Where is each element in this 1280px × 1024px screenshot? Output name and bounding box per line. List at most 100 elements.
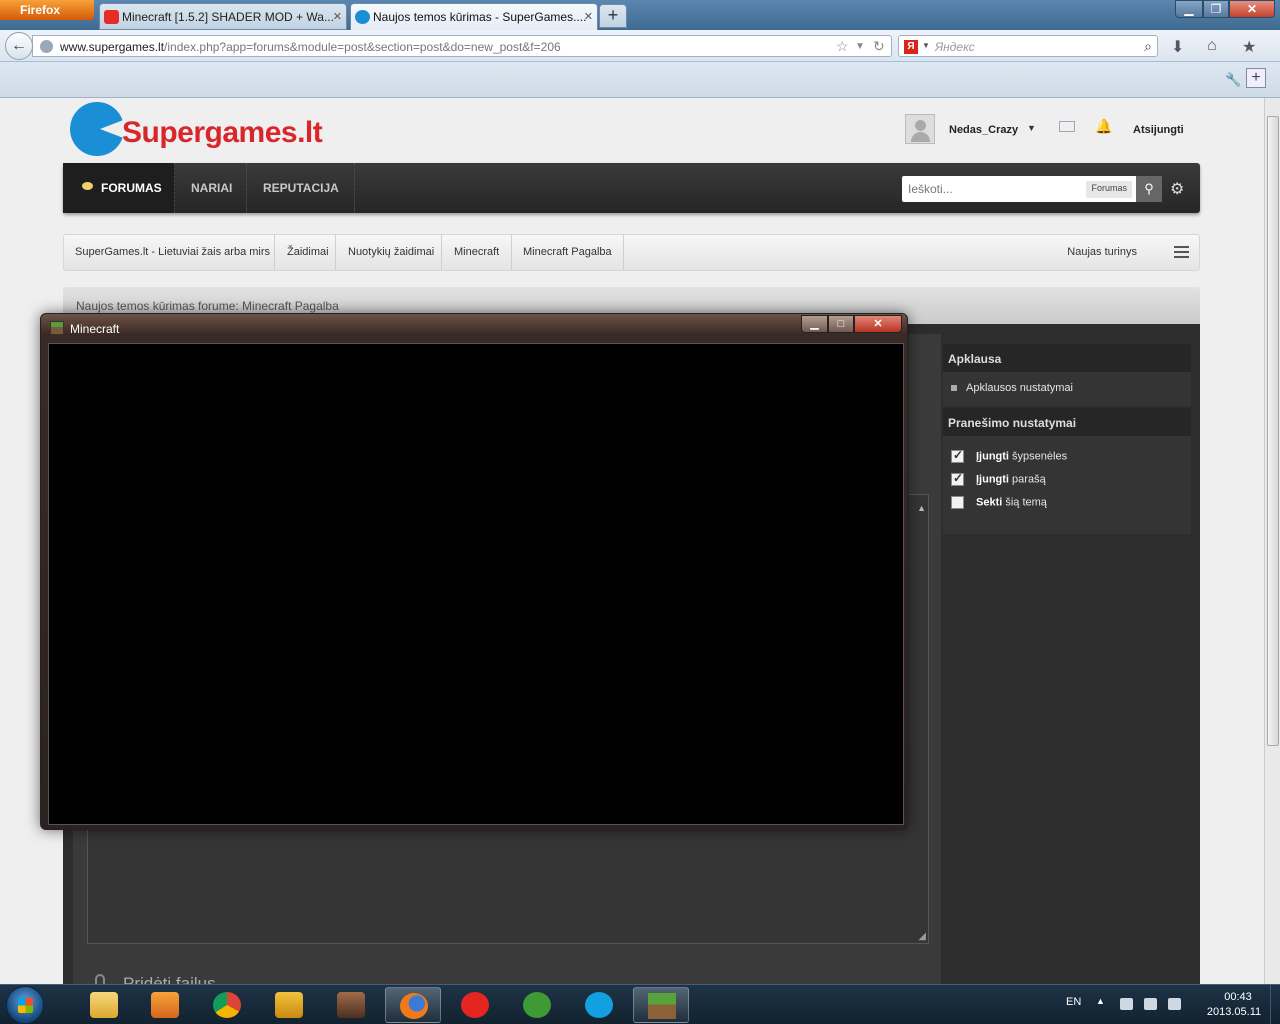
breadcrumb-item[interactable]: Minecraft: [454, 246, 499, 258]
scroll-up-icon[interactable]: ▲: [917, 503, 926, 513]
option-label: parašą: [1009, 473, 1046, 486]
window-minimize-button[interactable]: ▁: [1175, 0, 1203, 18]
language-indicator[interactable]: EN: [1066, 996, 1081, 1008]
search-input[interactable]: Яндекс: [935, 40, 975, 54]
follow-checkbox[interactable]: [951, 496, 964, 509]
url-path: /index.php?app=forums&module=post&sectio…: [164, 40, 561, 54]
history-dropdown-icon[interactable]: ▼: [855, 41, 865, 52]
add-icon[interactable]: +: [1246, 68, 1266, 88]
username[interactable]: Nedas_Crazy: [949, 124, 1018, 136]
bookmarks-icon[interactable]: ★: [1242, 37, 1256, 57]
back-button[interactable]: ←: [5, 32, 33, 60]
emoticons-checkbox[interactable]: [951, 448, 964, 463]
chrome-icon: [213, 992, 241, 1018]
home-icon[interactable]: ⌂: [1207, 37, 1217, 55]
taskbar-utorrent[interactable]: [509, 987, 565, 1023]
minecraft-close-button[interactable]: ✕: [854, 315, 902, 333]
window-close-button[interactable]: ✕: [1229, 0, 1275, 18]
nav-tab-nariai[interactable]: NARIAI: [175, 163, 247, 213]
option-label: šypsenėles: [1009, 450, 1068, 463]
minecraft-maximize-button[interactable]: □: [828, 315, 854, 333]
tray-expand-icon[interactable]: ▲: [1096, 996, 1105, 1006]
taskbar-minecraft[interactable]: [633, 987, 689, 1023]
breadcrumb-item[interactable]: Minecraft Pagalba: [523, 246, 612, 258]
site-search-button[interactable]: ⚲: [1136, 176, 1162, 202]
poll-settings-link[interactable]: Apklausos nustatymai: [951, 382, 1073, 394]
breadcrumb-separator: [432, 235, 442, 270]
taskbar-game[interactable]: [323, 987, 379, 1023]
bullet-icon: [951, 385, 957, 392]
media-player-icon: [151, 992, 179, 1018]
search-bar[interactable]: Я ▼ Яндекс ⌕: [898, 35, 1158, 57]
list-icon[interactable]: [1174, 246, 1189, 258]
taskbar-media-player[interactable]: [137, 987, 193, 1023]
globe-icon: [40, 40, 53, 53]
follow-topic-option[interactable]: Sekti šią temą: [951, 496, 1047, 509]
tab-close-icon[interactable]: ✕: [333, 10, 342, 23]
show-desktop-button[interactable]: [1270, 985, 1280, 1024]
downloads-icon[interactable]: ⬇: [1171, 37, 1184, 57]
nav-tab-forumas[interactable]: FORUMAS: [63, 163, 175, 213]
logout-link[interactable]: Atsijungti: [1133, 124, 1184, 136]
bell-icon[interactable]: 🔔: [1095, 118, 1112, 135]
new-tab-button[interactable]: +: [599, 4, 627, 28]
engine-dropdown-icon[interactable]: ▼: [922, 41, 930, 50]
taskbar-explorer[interactable]: [76, 987, 132, 1023]
taskbar-yandex[interactable]: [447, 987, 503, 1023]
breadcrumb-item[interactable]: Žaidimai: [287, 246, 329, 258]
breadcrumb-item[interactable]: Nuotykių žaidimai: [348, 246, 434, 258]
tab-supergames[interactable]: Naujos temos kūrimas - SuperGames.... ✕: [350, 3, 598, 30]
firefox-menu-button[interactable]: Firefox: [0, 0, 94, 20]
tab-close-icon[interactable]: ✕: [584, 10, 593, 23]
gear-icon[interactable]: ⚙: [1170, 179, 1184, 199]
taskbar-winamp[interactable]: [261, 987, 317, 1023]
avatar[interactable]: [905, 114, 935, 144]
scrollbar-thumb[interactable]: [1267, 116, 1279, 746]
poll-section-header: Apklausa: [943, 344, 1191, 372]
tab-minecraft-video[interactable]: Minecraft [1.5.2] SHADER MOD + Wa... ✕: [99, 3, 347, 30]
site-search-input[interactable]: Ieškoti... Forumas: [902, 176, 1136, 202]
minecraft-game-canvas[interactable]: [48, 343, 904, 825]
minecraft-window[interactable]: Minecraft ▁ □ ✕: [40, 313, 908, 830]
user-bar: Nedas_Crazy ▼ 🔔 Atsijungti: [905, 114, 1205, 144]
nav-tab-reputacija[interactable]: REPUTACIJA: [247, 163, 355, 213]
page-title: Naujos temos kūrimas forume: Minecraft P…: [76, 299, 339, 313]
taskbar-skype[interactable]: [571, 987, 627, 1023]
nav-tab-label: REPUTACIJA: [263, 181, 339, 195]
reload-icon[interactable]: ↻: [873, 38, 885, 55]
search-scope-button[interactable]: Forumas: [1086, 181, 1132, 198]
site-logo[interactable]: Supergames.lt: [70, 102, 370, 160]
breadcrumb-item[interactable]: SuperGames.lt - Lietuviai žais arba mirs: [75, 246, 270, 258]
chevron-down-icon[interactable]: ▼: [1027, 123, 1036, 133]
url-host: www.supergames.lt: [60, 40, 165, 54]
breadcrumb-separator: [502, 235, 512, 270]
window-restore-button[interactable]: ❐: [1203, 0, 1229, 18]
wrench-icon[interactable]: 🔧: [1225, 72, 1241, 88]
enable-signature-option[interactable]: Įjungti parašą: [951, 471, 1046, 486]
option-bold: Sekti: [976, 496, 1003, 509]
minecraft-grass-icon: [50, 321, 64, 335]
action-center-icon[interactable]: [1144, 998, 1157, 1010]
nav-tab-label: NARIAI: [191, 181, 233, 195]
taskbar-firefox[interactable]: [385, 987, 441, 1023]
address-bar[interactable]: www.supergames.lt/index.php?app=forums&m…: [32, 35, 892, 57]
minecraft-minimize-button[interactable]: ▁: [801, 315, 828, 333]
new-content-link[interactable]: Naujas turinys: [1067, 246, 1137, 258]
windows-taskbar: EN ▲ 00:43 2013.05.11: [0, 984, 1280, 1024]
resize-handle-icon[interactable]: ◢: [918, 931, 926, 942]
yandex-icon[interactable]: Я: [904, 40, 918, 54]
url-text[interactable]: www.supergames.lt/index.php?app=forums&m…: [60, 40, 561, 54]
search-icon[interactable]: ⌕: [1144, 38, 1152, 55]
network-icon[interactable]: [1120, 998, 1133, 1010]
mail-icon[interactable]: [1059, 121, 1075, 132]
taskbar-chrome[interactable]: [199, 987, 255, 1023]
page-scrollbar[interactable]: [1264, 98, 1280, 986]
bookmark-star-icon[interactable]: ☆: [836, 38, 849, 55]
start-button[interactable]: [6, 986, 44, 1024]
speech-bubble-icon: [82, 182, 93, 190]
volume-icon[interactable]: [1168, 998, 1181, 1010]
clock-date[interactable]: 2013.05.11: [1198, 1006, 1270, 1018]
signature-checkbox[interactable]: [951, 471, 964, 486]
enable-emoticons-option[interactable]: Įjungti šypsenėles: [951, 448, 1068, 463]
clock-time[interactable]: 00:43: [1212, 991, 1264, 1003]
